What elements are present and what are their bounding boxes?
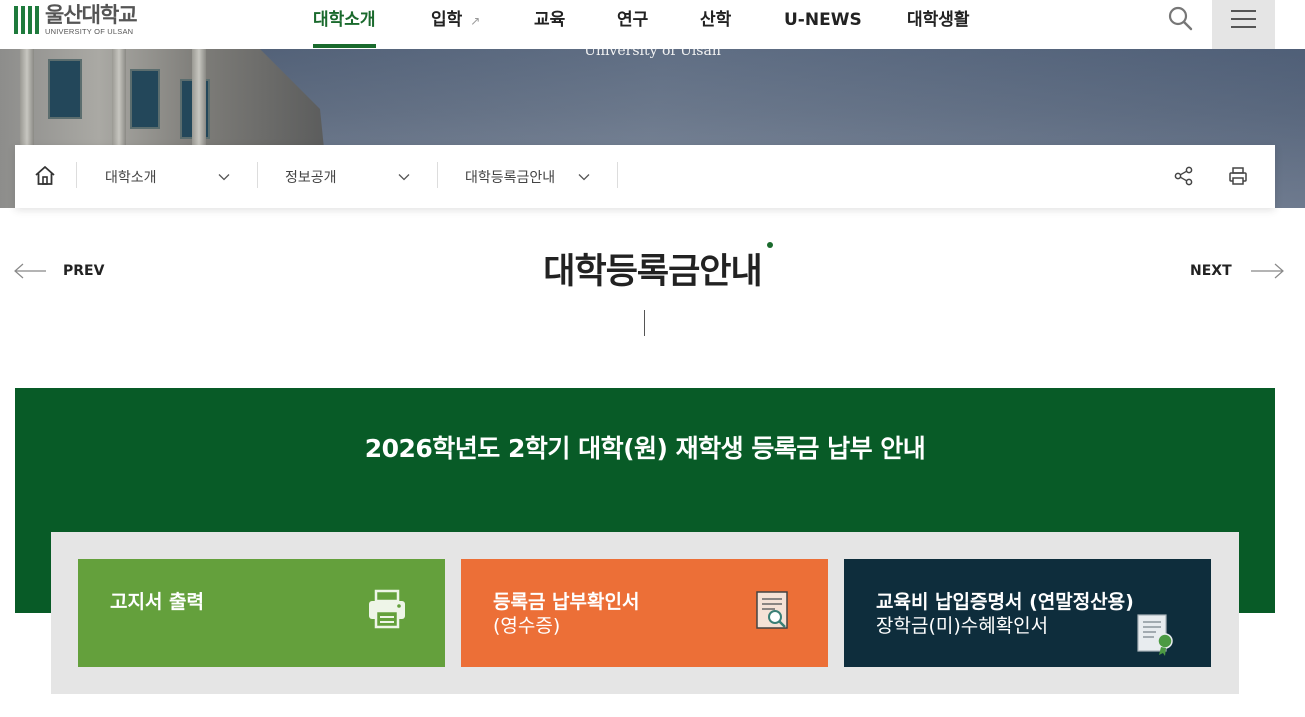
next-label: NEXT (1190, 263, 1232, 279)
share-icon (1174, 166, 1193, 186)
university-logo[interactable]: 울산대학교 UNIVERSITY OF ULSAN (14, 2, 138, 38)
chevron-down-icon (578, 174, 590, 181)
payment-confirmation-card[interactable]: 등록금 납부확인서 (영수증) (461, 559, 828, 667)
notice-title: 2026학년도 2학기 대학(원) 재학생 등록금 납부 안내 (364, 434, 926, 463)
receipt-icon (756, 591, 788, 629)
nav-item-admission[interactable]: 입학 ↗ (431, 0, 480, 49)
hero-caption: University of Ulsan (584, 49, 721, 59)
nav-item-campus-life[interactable]: 대학생활 (907, 0, 970, 49)
nav-item-education[interactable]: 교육 (534, 0, 565, 49)
card-title: 등록금 납부확인서 (493, 591, 640, 613)
search-button[interactable] (1166, 4, 1194, 32)
breadcrumb-item-disclosure[interactable]: 정보공개 (285, 145, 415, 208)
next-link[interactable]: NEXT (1190, 258, 1284, 284)
card-subtitle: (영수증) (493, 615, 561, 637)
nav-item-about[interactable]: 대학소개 (313, 0, 376, 49)
card-title: 교육비 납입증명서 (연말정산용) (876, 591, 1134, 613)
card-subtitle: 장학금(미)수혜확인서 (876, 615, 1049, 637)
home-button[interactable] (33, 164, 57, 188)
nav-item-admission-label: 입학 (431, 10, 463, 30)
nav-item-industry[interactable]: 산학 (700, 0, 731, 49)
share-button[interactable] (1173, 165, 1195, 187)
breadcrumb-label: 대학등록금안내 (465, 169, 556, 186)
bill-print-card[interactable]: 고지서 출력 (78, 559, 445, 667)
breadcrumb-item-about[interactable]: 대학소개 (105, 145, 235, 208)
arrow-right-icon (1250, 263, 1284, 279)
external-link-icon: ↗ (470, 14, 481, 28)
breadcrumb-label: 정보공개 (285, 169, 337, 186)
chevron-down-icon (218, 174, 230, 181)
breadcrumb-label: 대학소개 (105, 169, 157, 186)
hamburger-menu-icon (1231, 10, 1256, 12)
page-title: 대학등록금안내 (543, 252, 762, 292)
logo-mark-icon (14, 6, 39, 34)
home-icon (35, 166, 55, 185)
title-accent-dot (767, 242, 773, 248)
breadcrumb: 대학소개 정보공개 대학등록금안내 (15, 145, 1275, 208)
nav-item-research[interactable]: 연구 (617, 0, 648, 49)
logo-title: 울산대학교 (45, 2, 138, 27)
title-divider (644, 310, 645, 336)
education-certificate-card[interactable]: 교육비 납입증명서 (연말정산용) 장학금(미)수혜확인서 (844, 559, 1211, 667)
chevron-down-icon (398, 174, 410, 181)
print-icon (1229, 167, 1247, 185)
certificate-icon (1137, 614, 1173, 656)
top-navigation: 울산대학교 UNIVERSITY OF ULSAN 대학소개 입학 ↗ 교육 연구… (0, 0, 1305, 49)
breadcrumb-item-tuition[interactable]: 대학등록금안내 (465, 145, 605, 208)
printer-icon (369, 589, 405, 629)
nav-item-unews[interactable]: U-NEWS (784, 0, 862, 49)
print-button[interactable] (1227, 165, 1249, 187)
search-icon (1168, 6, 1193, 31)
card-title: 고지서 출력 (110, 591, 205, 613)
hamburger-menu-button[interactable] (1212, 0, 1275, 49)
logo-subtitle: UNIVERSITY OF ULSAN (45, 26, 134, 36)
